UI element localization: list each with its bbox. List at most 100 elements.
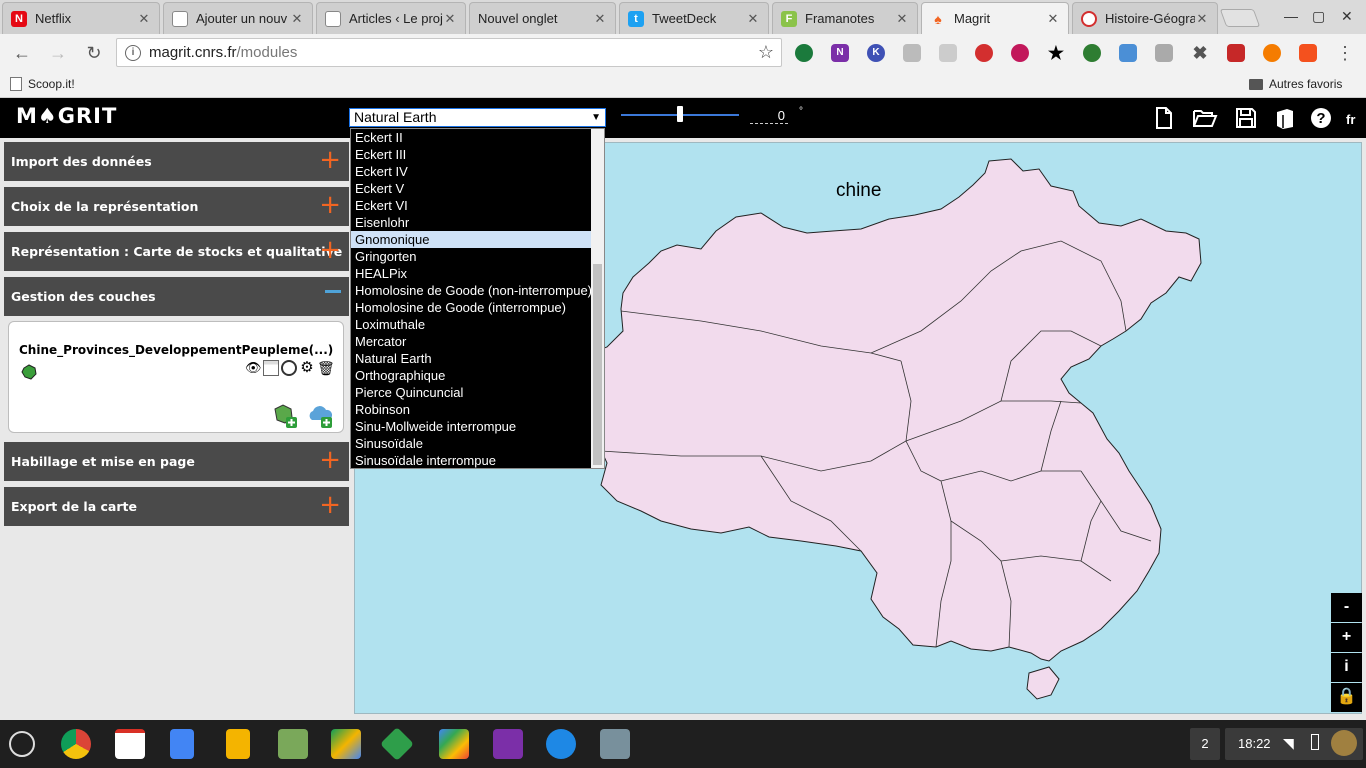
section-representation-choice[interactable]: Choix de la représentation + [4, 187, 349, 226]
reload-icon[interactable]: ↻ [82, 41, 106, 65]
book-icon[interactable] [1274, 107, 1296, 129]
onenote-icon[interactable] [493, 729, 523, 759]
save-icon[interactable] [1235, 107, 1257, 129]
help-icon[interactable]: ? [1310, 107, 1332, 129]
projection-option[interactable]: Sinusoïdale interrompue [351, 452, 591, 468]
tab-ajouter[interactable]: Ajouter un nouv ✕ [163, 2, 313, 34]
onenote-icon[interactable]: N [831, 44, 849, 62]
bookmark-scoopit[interactable]: Scoop.it! [10, 77, 75, 91]
gear-icon[interactable]: ⚙ [299, 360, 315, 376]
add-sample-layer-icon[interactable] [306, 403, 334, 429]
status-tray[interactable]: 18:22 ◥ [1225, 728, 1363, 760]
tab-framanotes[interactable]: F Framanotes ✕ [772, 2, 918, 34]
extension-icon[interactable] [1155, 44, 1173, 62]
section-representation[interactable]: Représentation : Carte de stocks et qual… [4, 232, 349, 271]
tab-nouvel-onglet[interactable]: Nouvel onglet ✕ [469, 2, 616, 34]
app-icon[interactable] [278, 729, 308, 759]
projection-option[interactable]: Natural Earth [351, 350, 591, 367]
close-icon[interactable]: ✕ [443, 11, 457, 27]
close-icon[interactable]: ✕ [1046, 11, 1060, 27]
zoom-out-button[interactable]: - [1331, 593, 1362, 622]
projection-option[interactable]: Gnomonique [351, 231, 591, 248]
projection-option[interactable]: Eckert III [351, 146, 591, 163]
close-window-icon[interactable]: ✕ [1341, 8, 1353, 25]
projection-option[interactable]: HEALPix [351, 265, 591, 282]
projection-option[interactable]: Mercator [351, 333, 591, 350]
rotation-input[interactable]: 0 [750, 108, 788, 124]
info-button[interactable]: i [1331, 653, 1362, 682]
projection-option[interactable]: Robinson [351, 401, 591, 418]
close-icon[interactable]: ✕ [895, 11, 909, 27]
projection-option[interactable]: Gringorten [351, 248, 591, 265]
projection-option[interactable]: Eckert VI [351, 197, 591, 214]
close-icon[interactable]: ✕ [746, 11, 760, 27]
maximize-icon[interactable]: ▢ [1312, 8, 1325, 25]
tab-histoire-geo[interactable]: Histoire-Géogra ✕ [1072, 2, 1218, 34]
add-layer-icon[interactable] [271, 403, 299, 429]
tools-icon[interactable]: ✖ [1191, 44, 1209, 62]
close-icon[interactable]: ✕ [137, 11, 151, 27]
section-import[interactable]: Import des données + [4, 142, 349, 181]
projection-option[interactable]: Loximuthale [351, 316, 591, 333]
rotation-slider-handle[interactable] [677, 106, 683, 122]
k-extension-icon[interactable]: K [867, 44, 885, 62]
files-icon[interactable] [546, 729, 576, 759]
zoom-to-layer-icon[interactable] [281, 360, 297, 376]
map-title[interactable]: chine [836, 180, 881, 202]
bookmark-other[interactable]: Autres favoris [1249, 77, 1342, 91]
tab-netflix[interactable]: N Netflix ✕ [2, 2, 160, 34]
star-extension-icon[interactable]: ★ [1047, 44, 1065, 62]
gmail-icon[interactable] [115, 729, 145, 759]
launcher-icon[interactable] [9, 731, 35, 757]
rss-icon[interactable] [939, 44, 957, 62]
table-icon[interactable] [263, 360, 279, 376]
minimize-icon[interactable]: — [1284, 8, 1298, 24]
calendar-app-icon[interactable] [600, 729, 630, 759]
extension-icon[interactable] [1011, 44, 1029, 62]
projection-option[interactable]: Eckert V [351, 180, 591, 197]
expand-icon[interactable]: + [319, 447, 341, 473]
projection-option[interactable]: Pierce Quincuncial [351, 384, 591, 401]
lock-icon[interactable]: 🔒 [1331, 683, 1362, 712]
tab-articles[interactable]: Articles ‹ Le proj ✕ [316, 2, 466, 34]
hainan-island[interactable] [1026, 666, 1060, 700]
expand-icon[interactable]: + [319, 192, 341, 218]
layer-name[interactable]: Chine_Provinces_DeveloppementPeupleme(..… [19, 343, 333, 357]
trash-icon[interactable]: 🗑 [317, 360, 335, 376]
menu-icon[interactable]: ⋮ [1333, 41, 1357, 65]
eye-icon[interactable]: 👁 [245, 360, 262, 376]
projection-option[interactable]: Homolosine de Goode (non-interrompue) [351, 282, 592, 299]
close-icon[interactable]: ✕ [290, 11, 304, 27]
back-icon[interactable]: ← [10, 41, 34, 65]
play-store-icon[interactable] [439, 729, 469, 759]
new-tab-button[interactable] [1219, 9, 1261, 27]
tab-magrit[interactable]: ♠ Magrit ✕ [921, 2, 1069, 34]
extension-icon[interactable] [1083, 44, 1101, 62]
projection-option[interactable]: Eisenlohr [351, 214, 591, 231]
drive-icon[interactable] [331, 729, 361, 759]
expand-icon[interactable]: + [319, 492, 341, 518]
projection-option[interactable]: Sinusoïdale [351, 435, 591, 452]
url-text[interactable]: magrit.cnrs.fr/modules [149, 44, 751, 61]
cast-icon[interactable] [1119, 44, 1137, 62]
projection-option[interactable]: Homolosine de Goode (interrompue) [351, 299, 591, 316]
extension-icon[interactable] [795, 44, 813, 62]
gif-extension-icon[interactable] [903, 44, 921, 62]
scrollbar[interactable] [591, 129, 604, 468]
projection-select[interactable]: Natural Earth ▼ [349, 108, 606, 127]
section-layout[interactable]: Habillage et mise en page + [4, 442, 349, 481]
section-layers[interactable]: Gestion des couches [4, 277, 349, 316]
projection-option[interactable]: Sinu-Mollweide interrompue [351, 418, 591, 435]
section-export[interactable]: Export de la carte + [4, 487, 349, 526]
close-icon[interactable]: ✕ [593, 11, 607, 27]
expand-icon[interactable]: + [319, 147, 341, 173]
notification-count[interactable]: 2 [1190, 728, 1220, 760]
collapse-icon[interactable] [325, 290, 341, 293]
extension-icon[interactable] [1227, 44, 1245, 62]
feedly-icon[interactable] [380, 727, 414, 761]
docs-icon[interactable] [170, 729, 194, 759]
open-folder-icon[interactable] [1192, 107, 1218, 129]
info-icon[interactable]: i [125, 44, 141, 61]
tab-tweetdeck[interactable]: t TweetDeck ✕ [619, 2, 769, 34]
extension-icon[interactable] [1299, 44, 1317, 62]
